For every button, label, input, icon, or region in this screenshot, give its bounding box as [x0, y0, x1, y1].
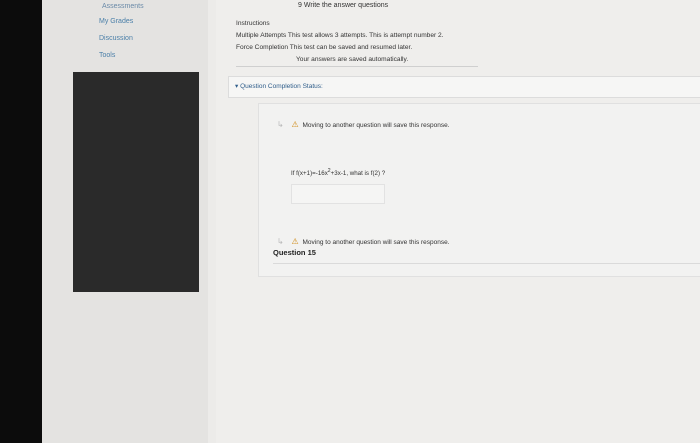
question-title: Question 15 — [273, 248, 316, 257]
browser-screen: Assessments My Grades Discussion Tools 9… — [42, 0, 700, 443]
question-text-suffix: +3x-1, what is f(2) ? — [330, 170, 386, 178]
autosave-text: Your answers are saved automatically. — [296, 56, 409, 63]
completion-status-label[interactable]: ▾ Question Completion Status: — [235, 82, 323, 90]
test-instructions: Instructions Multiple Attempts This test… — [236, 18, 444, 66]
question-text: If f(x+1)=-16x2+3x-1, what is f(2) ? — [291, 168, 385, 177]
question-completion-status[interactable]: ▾ Question Completion Status: — [228, 76, 700, 98]
return-arrow-icon: ↳ — [277, 237, 284, 246]
question-header: Question 15 — [273, 245, 700, 264]
sidebar-item-my-grades[interactable]: My Grades — [99, 18, 133, 25]
instructions-label: Instructions — [236, 20, 270, 27]
completion-status-text: Question Completion Status: — [240, 83, 323, 90]
return-arrow-icon: ↳ — [277, 120, 284, 129]
save-notice-text: Moving to another question will save thi… — [302, 239, 450, 246]
force-completion-text: Force Completion This test can be saved … — [236, 44, 413, 51]
sidebar-item-assessments[interactable]: Assessments — [102, 3, 144, 10]
sidebar-item-tools[interactable]: Tools — [99, 52, 115, 59]
page-title: 9 Write the answer questions — [298, 2, 389, 9]
sidebar-item-discussion[interactable]: Discussion — [99, 35, 133, 42]
test-content: 9 Write the answer questions Instruction… — [216, 0, 700, 443]
warning-icon: ⚠ — [291, 120, 299, 129]
course-sidebar: Assessments My Grades Discussion Tools — [42, 0, 208, 443]
collapse-toggle-icon[interactable]: ▾ — [235, 83, 238, 90]
multiple-attempts-text: Multiple Attempts This test allows 3 att… — [236, 32, 444, 39]
answer-input[interactable] — [291, 184, 385, 204]
save-notice-bottom: ↳ ⚠ Moving to another question will save… — [277, 237, 450, 246]
save-notice-text: Moving to another question will save thi… — [302, 122, 450, 129]
sidebar-dark-panel — [73, 72, 199, 292]
save-notice-top: ↳ ⚠ Moving to another question will save… — [277, 120, 450, 129]
warning-icon: ⚠ — [291, 237, 299, 246]
question-text-prefix: If f(x+1)=-16x — [291, 170, 328, 178]
question-panel: ↳ ⚠ Moving to another question will save… — [258, 103, 700, 277]
instructions-divider — [236, 66, 478, 67]
